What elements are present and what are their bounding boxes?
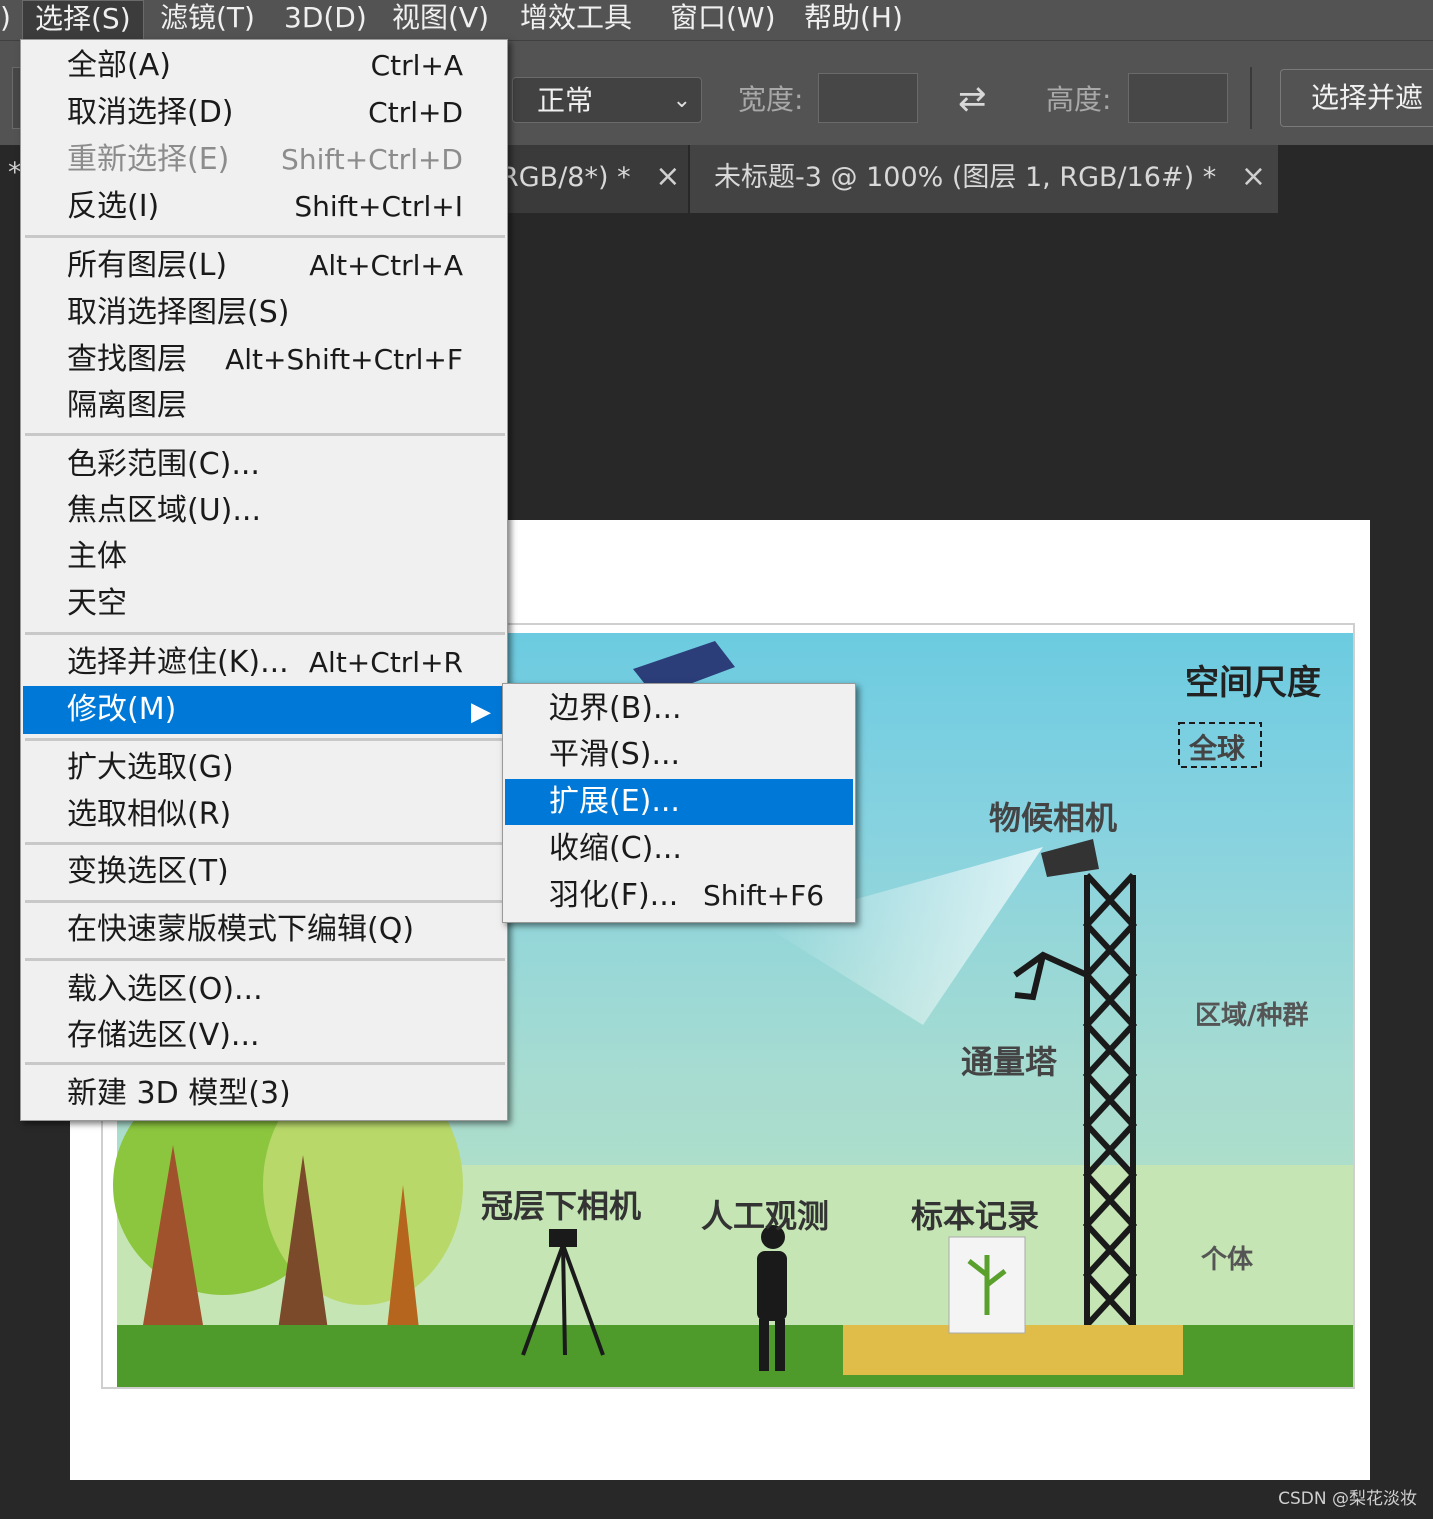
select-menu-dropdown: 全部(A) Ctrl+A 取消选择(D) Ctrl+D 重新选择(E) Shift+C… xyxy=(20,39,508,1121)
height-label: 高度: xyxy=(1046,83,1112,116)
menu-separator xyxy=(25,842,505,845)
menu-3d[interactable]: 3D(D) xyxy=(284,0,367,38)
close-icon[interactable]: × xyxy=(655,159,680,194)
menu-separator xyxy=(25,958,505,961)
menu-item-deselect-layers[interactable]: 取消选择图层(S) xyxy=(23,290,503,336)
submenu-arrow-icon: ▶ xyxy=(471,697,491,727)
options-divider xyxy=(1250,67,1252,129)
label-spatial-scale: 空间尺度 xyxy=(1185,663,1321,703)
menu-separator xyxy=(25,632,505,635)
menu-item-color-range[interactable]: 色彩范围(C)... xyxy=(23,442,503,488)
style-mode-select[interactable]: 正常 ⌄ xyxy=(512,77,702,123)
menu-item-all[interactable]: 全部(A) Ctrl+A xyxy=(23,43,503,89)
menu-separator xyxy=(25,900,505,903)
submenu-item-feather[interactable]: 羽化(F)... Shift+F6 xyxy=(505,873,853,919)
watermark: CSDN @梨花淡妆 xyxy=(1278,1489,1417,1509)
menu-item-inverse[interactable]: 反选(I) Shift+Ctrl+I xyxy=(23,184,503,230)
tab-label: 未标题-3 @ 100% (图层 1, RGB/16#) * xyxy=(714,162,1217,193)
menu-select[interactable]: 选择(S) xyxy=(22,0,144,39)
menu-item-reselect: 重新选择(E) Shift+Ctrl+D xyxy=(67,142,463,177)
label-global: 全球 xyxy=(1189,732,1246,765)
menu-item-select-and-mask[interactable]: 选择并遮住(K)... Alt+Ctrl+R xyxy=(23,640,503,686)
menu-item-load-selection[interactable]: 载入选区(O)... xyxy=(23,967,503,1013)
close-icon[interactable]: × xyxy=(1241,159,1266,194)
label-flux-tower: 通量塔 xyxy=(961,1043,1058,1081)
menu-item-quick-mask[interactable]: 在快速蒙版模式下编辑(Q) xyxy=(23,907,503,953)
tab-document-active[interactable]: 未标题-3 @ 100% (图层 1, RGB/16#) * × xyxy=(690,145,1278,213)
label-individual: 个体 xyxy=(1201,1245,1254,1275)
menu-separator xyxy=(25,738,505,741)
label-specimen-record: 标本记录 xyxy=(911,1197,1040,1235)
menu-help[interactable]: 帮助(H) xyxy=(804,0,903,38)
menu-item-sky[interactable]: 天空 xyxy=(23,581,503,627)
menu-fragment: ) xyxy=(0,1,11,34)
menu-item-similar[interactable]: 选取相似(R) xyxy=(23,792,503,838)
label-manual-observation: 人工观测 xyxy=(701,1197,830,1235)
menu-item-transform-selection[interactable]: 变换选区(T) xyxy=(23,849,503,895)
menu-plugins[interactable]: 增效工具 xyxy=(520,0,632,38)
height-input[interactable] xyxy=(1128,73,1228,123)
label-understory-camera: 冠层下相机 xyxy=(481,1187,642,1225)
menu-window[interactable]: 窗口(W) xyxy=(670,0,776,38)
menu-item-new-3d-model[interactable]: 新建 3D 模型(3) xyxy=(23,1071,503,1117)
menu-separator xyxy=(25,235,505,238)
menu-item-deselect[interactable]: 取消选择(D) Ctrl+D xyxy=(23,90,503,136)
menu-item-subject[interactable]: 主体 xyxy=(23,534,503,580)
label-region-population: 区域/种群 xyxy=(1195,1001,1309,1031)
label-phenology-camera: 物候相机 xyxy=(989,799,1118,837)
menu-bar: ) 选择(S) 滤镜(T) 3D(D) 视图(V) 增效工具 窗口(W) 帮助(… xyxy=(0,0,1433,40)
menu-item-find-layers[interactable]: 查找图层 Alt+Shift+Ctrl+F xyxy=(23,337,503,383)
width-input[interactable] xyxy=(818,73,918,123)
menu-separator xyxy=(25,1062,505,1065)
menu-view[interactable]: 视图(V) xyxy=(392,0,489,38)
menu-item-all-layers[interactable]: 所有图层(L) Alt+Ctrl+A xyxy=(23,243,503,289)
submenu-item-smooth[interactable]: 平滑(S)... xyxy=(505,732,853,778)
modify-submenu: 边界(B)... 平滑(S)... 扩展(E)... 收缩(C)... 羽化(F… xyxy=(502,683,856,923)
select-and-mask-button[interactable]: 选择并遮 xyxy=(1280,69,1433,127)
tab-label: RGB/8*) * xyxy=(500,162,631,193)
style-mode-value: 正常 xyxy=(537,84,594,117)
submenu-item-contract[interactable]: 收缩(C)... xyxy=(505,826,853,872)
chevron-down-icon: ⌄ xyxy=(672,88,691,113)
menu-item-save-selection[interactable]: 存储选区(V)... xyxy=(23,1013,503,1059)
submenu-item-expand[interactable]: 扩展(E)... xyxy=(505,779,853,825)
menu-item-isolate-layers[interactable]: 隔离图层 xyxy=(23,383,503,429)
submenu-item-border[interactable]: 边界(B)... xyxy=(505,686,853,732)
menu-item-grow[interactable]: 扩大选取(G) xyxy=(23,745,503,791)
menu-filter[interactable]: 滤镜(T) xyxy=(160,0,255,38)
menu-separator xyxy=(25,433,505,436)
menu-item-modify[interactable]: 修改(M) ▶ xyxy=(23,686,503,734)
swap-icon[interactable]: ⇄ xyxy=(958,79,987,119)
menu-item-focus-area[interactable]: 焦点区域(U)... xyxy=(23,488,503,534)
width-label: 宽度: xyxy=(738,83,804,116)
